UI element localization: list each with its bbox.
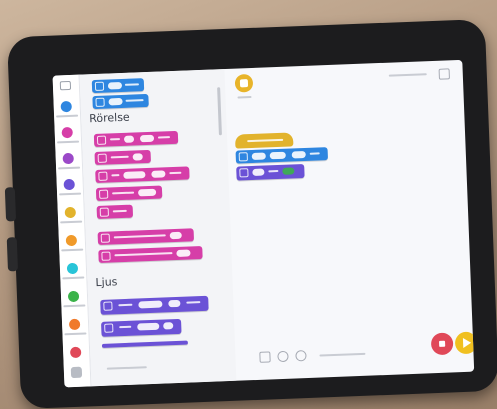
canvas-variable-block[interactable]	[235, 147, 328, 164]
stop-button[interactable]	[430, 332, 454, 356]
category-extensions[interactable]	[69, 346, 82, 359]
section-label-motor: Rörelse	[88, 110, 130, 126]
category-light[interactable]	[63, 178, 75, 191]
motor-block[interactable]	[94, 149, 151, 166]
sprite-icon[interactable]	[234, 73, 254, 93]
category-label	[63, 304, 86, 308]
category-events[interactable]	[64, 206, 77, 219]
category-motors[interactable]	[61, 126, 73, 139]
light-block-partial[interactable]	[101, 340, 188, 348]
light-block[interactable]	[100, 295, 209, 315]
section-label-light: Ljus	[95, 275, 118, 290]
category-label	[61, 248, 84, 252]
extension-icon[interactable]	[70, 366, 83, 379]
sprite-label	[237, 95, 252, 99]
light-block[interactable]	[101, 318, 182, 337]
category-sensors[interactable]	[66, 262, 79, 275]
tablet-side-button	[6, 237, 19, 272]
block-flyout: Rörelse Ljus	[79, 68, 237, 387]
category-control[interactable]	[65, 234, 78, 247]
category-variables[interactable]	[60, 100, 72, 113]
footer-label	[106, 366, 147, 370]
canvas-light-block[interactable]	[236, 164, 305, 181]
zoom-out-icon[interactable]	[277, 350, 289, 363]
event-hat-block[interactable]	[234, 132, 294, 149]
motor-block[interactable]	[93, 130, 179, 148]
tablet-device: Rörelse Ljus	[4, 18, 497, 409]
category-label	[57, 140, 80, 144]
play-button[interactable]	[454, 331, 475, 355]
tablet-side-button	[4, 187, 17, 222]
fit-icon[interactable]	[259, 351, 271, 363]
motor-block[interactable]	[97, 228, 195, 245]
variable-block[interactable]	[91, 78, 145, 94]
motor-block[interactable]	[95, 166, 190, 184]
top-right-label	[388, 73, 427, 77]
category-operators[interactable]	[67, 290, 80, 303]
variable-block[interactable]	[92, 93, 149, 110]
category-more[interactable]	[68, 318, 81, 331]
category-label	[62, 276, 85, 280]
zoom-in-icon[interactable]	[295, 350, 307, 362]
motor-block[interactable]	[95, 185, 163, 202]
category-label	[56, 114, 79, 118]
category-label	[58, 166, 81, 170]
undo-redo-controls[interactable]	[319, 352, 366, 357]
category-movement[interactable]	[62, 152, 74, 165]
menu-icon[interactable]	[438, 68, 450, 80]
settings-icon[interactable]	[59, 80, 72, 91]
category-label	[64, 332, 87, 336]
motor-block[interactable]	[98, 245, 203, 263]
flyout-scrollbar[interactable]	[217, 87, 222, 136]
category-label	[60, 220, 83, 224]
motor-block[interactable]	[96, 204, 134, 219]
category-label	[59, 192, 82, 196]
app-screen: Rörelse Ljus	[52, 59, 475, 388]
